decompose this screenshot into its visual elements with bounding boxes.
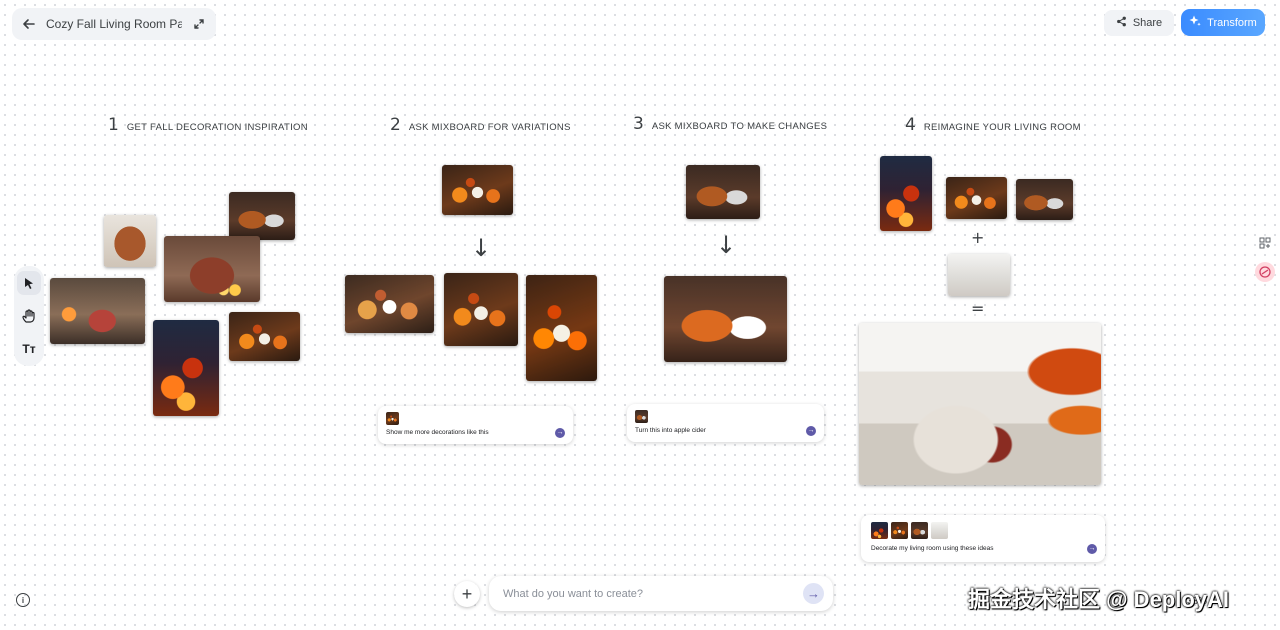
image-window-leaves[interactable] bbox=[153, 320, 219, 416]
arrow-right-icon[interactable]: → bbox=[806, 426, 816, 436]
expand-icon[interactable] bbox=[190, 15, 208, 33]
prompt-thumbnail bbox=[871, 522, 888, 539]
step-label: Ask Mixboard for variations bbox=[408, 122, 571, 133]
image-input-cider[interactable] bbox=[1016, 179, 1073, 220]
prompt-thumbnail bbox=[635, 410, 648, 423]
prompt-composer: → bbox=[489, 576, 833, 611]
pointer-icon[interactable] bbox=[17, 271, 41, 295]
prompt-thumbnail bbox=[911, 522, 928, 539]
board-title[interactable]: Cozy Fall Living Room Par... bbox=[46, 17, 182, 31]
prompt-card-variations[interactable]: Show me more decorations like this → bbox=[378, 406, 573, 444]
image-knit-pouf[interactable] bbox=[104, 215, 156, 267]
share-button[interactable]: Share bbox=[1104, 10, 1174, 36]
image-variation-white-pumpkins[interactable] bbox=[345, 275, 434, 333]
prompt-card-cider[interactable]: Turn this into apple cider → bbox=[627, 404, 824, 442]
step-number: 3 bbox=[633, 114, 644, 134]
add-button[interactable]: + bbox=[454, 581, 480, 607]
down-arrow: ↓ bbox=[716, 231, 737, 259]
image-pumpkin-table[interactable] bbox=[229, 312, 300, 361]
down-arrow: ↓ bbox=[471, 234, 492, 262]
prompt-input[interactable] bbox=[501, 584, 795, 604]
arrow-right-icon[interactable]: → bbox=[1087, 544, 1097, 554]
image-apple-cider[interactable] bbox=[664, 276, 787, 362]
transform-label: Transform bbox=[1207, 16, 1257, 29]
step-label: Ask Mixboard to make changes bbox=[651, 121, 828, 132]
step-label: Get fall decoration inspiration bbox=[126, 122, 308, 133]
step-1-heading: 1 Get fall decoration inspiration bbox=[108, 115, 308, 135]
image-input-living-room[interactable] bbox=[948, 254, 1010, 296]
transform-button[interactable]: Transform bbox=[1181, 9, 1265, 36]
image-variation-shelves[interactable] bbox=[526, 275, 597, 381]
image-variation-fireplace[interactable] bbox=[444, 273, 518, 346]
equals-symbol: = bbox=[971, 299, 985, 318]
image-plaid-sofa[interactable] bbox=[164, 236, 260, 302]
text-icon[interactable]: Tт bbox=[17, 337, 41, 361]
prompt-thumbnail bbox=[891, 522, 908, 539]
step-number: 1 bbox=[108, 115, 119, 135]
layout-icon[interactable] bbox=[1255, 233, 1275, 253]
arrow-left-icon[interactable] bbox=[20, 15, 38, 33]
step-3-heading: 3 Ask Mixboard to make changes bbox=[633, 114, 827, 134]
board-title-bar: Cozy Fall Living Room Par... bbox=[12, 8, 216, 40]
prompt-card-decorate[interactable]: Decorate my living room using these idea… bbox=[861, 515, 1105, 562]
prompt-thumbnail bbox=[931, 522, 948, 539]
step-number: 4 bbox=[905, 115, 916, 135]
watermark: 掘金技术社区 @ DeployAI bbox=[968, 587, 1230, 612]
plus-symbol: + bbox=[971, 228, 985, 247]
image-cozy-room[interactable] bbox=[50, 278, 145, 344]
step-4-heading: 4 Reimagine your living room bbox=[905, 115, 1081, 135]
prompt-text: Decorate my living room using these idea… bbox=[871, 545, 994, 552]
info-icon[interactable]: i bbox=[16, 593, 30, 607]
prompt-text: Turn this into apple cider bbox=[635, 427, 706, 434]
sparkle-icon bbox=[1189, 15, 1201, 30]
hand-icon[interactable] bbox=[17, 304, 41, 328]
prompt-text: Show me more decorations like this bbox=[386, 429, 489, 436]
image-input-pumpkins[interactable] bbox=[946, 177, 1007, 219]
canvas-toolbar: Tт bbox=[14, 266, 44, 366]
arrow-right-icon[interactable]: → bbox=[555, 428, 565, 438]
image-input-leaves[interactable] bbox=[880, 156, 932, 231]
image-cider-jar[interactable] bbox=[229, 192, 295, 240]
palette-icon[interactable] bbox=[1255, 262, 1275, 282]
prompt-thumbnail bbox=[386, 412, 399, 425]
step-2-heading: 2 Ask Mixboard for variations bbox=[390, 115, 571, 135]
step-number: 2 bbox=[390, 115, 401, 135]
share-icon bbox=[1116, 16, 1127, 30]
image-reimagined-living-room[interactable] bbox=[859, 323, 1101, 485]
share-label: Share bbox=[1132, 17, 1163, 29]
step-label: Reimagine your living room bbox=[923, 122, 1081, 133]
image-jar-source[interactable] bbox=[686, 165, 760, 219]
image-pumpkin-source[interactable] bbox=[442, 165, 513, 215]
send-button[interactable]: → bbox=[803, 583, 824, 604]
